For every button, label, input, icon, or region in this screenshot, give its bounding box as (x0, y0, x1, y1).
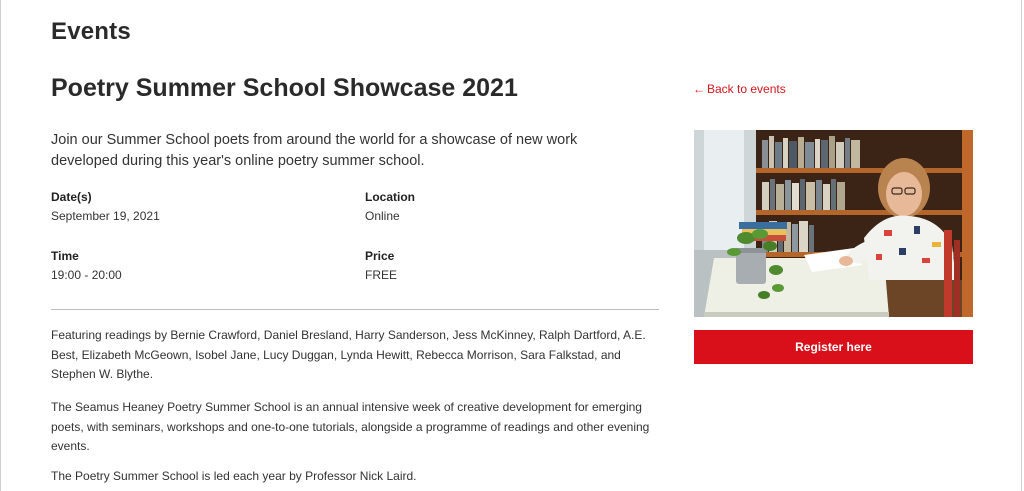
price-value: FREE (365, 268, 398, 282)
time-label: Time (51, 249, 79, 263)
section-heading: Events (51, 18, 131, 45)
details-divider (51, 309, 659, 310)
back-to-events-link[interactable]: ← Back to events (693, 82, 786, 96)
event-time: Time 19:00 - 20:00 (51, 248, 122, 283)
event-title: Poetry Summer School Showcase 2021 (51, 74, 518, 102)
event-dates: Date(s) September 19, 2021 (51, 189, 160, 224)
page-left-border (0, 0, 1, 491)
event-intro: Join our Summer School poets from around… (51, 132, 578, 169)
dates-value: September 19, 2021 (51, 209, 160, 223)
body-paragraph: The Seamus Heaney Poetry Summer School i… (51, 400, 650, 453)
location-label: Location (365, 190, 415, 204)
body-paragraph: The Poetry Summer School is led each yea… (51, 469, 417, 483)
body-paragraph: Featuring readings by Bernie Crawford, D… (51, 328, 646, 381)
location-value: Online (365, 209, 400, 223)
event-location: Location Online (365, 189, 415, 224)
arrow-left-icon: ← (693, 82, 705, 96)
event-price: Price FREE (365, 248, 397, 283)
event-photo (694, 130, 973, 317)
back-link-label: Back to events (707, 82, 786, 96)
dates-label: Date(s) (51, 190, 92, 204)
time-value: 19:00 - 20:00 (51, 268, 122, 282)
price-label: Price (365, 249, 395, 263)
register-button[interactable]: Register here (694, 330, 973, 364)
page-right-border (1021, 0, 1022, 491)
photo-woman-writing-at-desk (694, 130, 973, 317)
